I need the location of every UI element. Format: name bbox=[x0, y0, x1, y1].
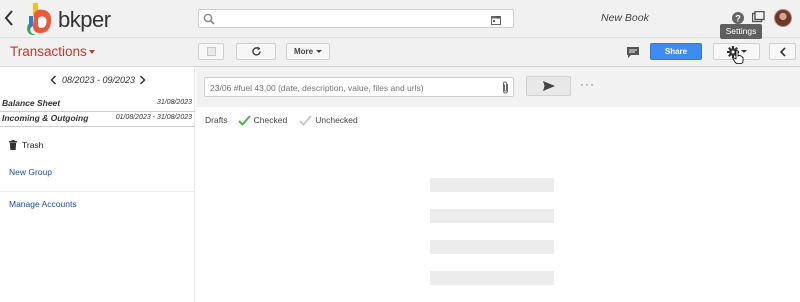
share-button[interactable]: Share bbox=[650, 43, 702, 60]
apps-icon[interactable] bbox=[751, 10, 765, 24]
bkper-logo[interactable]: bkper bbox=[20, 2, 111, 36]
refresh-button[interactable] bbox=[236, 43, 276, 60]
book-name[interactable]: New Book bbox=[601, 12, 649, 24]
filter-checked[interactable]: Checked bbox=[237, 114, 288, 126]
checked-label: Checked bbox=[253, 115, 288, 125]
drafts-label: Drafts bbox=[205, 115, 228, 125]
group-label: Balance Sheet bbox=[2, 98, 61, 108]
divider bbox=[0, 191, 195, 192]
settings-tooltip: Settings bbox=[720, 24, 762, 39]
calendar-dropdown-button[interactable] bbox=[487, 12, 509, 26]
svg-text:?: ? bbox=[735, 14, 741, 24]
transactions-title: Transactions bbox=[10, 44, 87, 59]
logo-text: bkper bbox=[58, 7, 111, 32]
comment-icon[interactable] bbox=[626, 46, 640, 59]
group-date: 01/08/2023 - 31/08/2023 bbox=[115, 114, 192, 121]
trash-icon bbox=[9, 140, 17, 150]
more-options-icon[interactable]: ··· bbox=[580, 77, 595, 91]
period-selector: 08/2023 - 09/2023 bbox=[50, 75, 147, 85]
chevron-down-icon bbox=[495, 16, 501, 19]
filter-unchecked[interactable]: Unchecked bbox=[299, 114, 358, 126]
group-date: 31/08/2023 bbox=[156, 99, 192, 106]
avatar[interactable] bbox=[774, 9, 792, 27]
check-icon bbox=[237, 114, 251, 126]
back-chevron-icon[interactable] bbox=[2, 8, 16, 28]
next-period-icon[interactable] bbox=[139, 75, 147, 85]
check-outline-icon bbox=[299, 114, 312, 126]
transaction-entry-bar: ··· bbox=[196, 67, 800, 107]
help-icon[interactable]: ? bbox=[732, 11, 744, 24]
share-label: Share bbox=[664, 47, 688, 56]
select-all-button[interactable] bbox=[198, 43, 224, 60]
sidebar-item-trash[interactable]: Trash bbox=[9, 140, 43, 150]
more-label: More bbox=[293, 47, 314, 56]
divider bbox=[0, 126, 195, 127]
filter-drafts[interactable]: Drafts bbox=[205, 115, 228, 125]
caret-down-icon bbox=[88, 50, 95, 55]
select-all-checkbox[interactable] bbox=[206, 47, 216, 56]
refresh-icon bbox=[251, 46, 261, 56]
new-group-link[interactable]: New Group bbox=[9, 167, 52, 177]
transaction-entry-field[interactable] bbox=[204, 77, 514, 97]
gear-icon bbox=[726, 45, 739, 58]
sidebar: 08/2023 - 09/2023 Balance Sheet 31/08/20… bbox=[0, 67, 195, 302]
transactions-dropdown[interactable]: Transactions bbox=[10, 44, 95, 59]
sidebar-group-balance-sheet[interactable]: Balance Sheet 31/08/2023 bbox=[0, 96, 195, 111]
status-filters: Drafts Checked Unchecked bbox=[205, 113, 358, 127]
group-label: Incoming & Outgoing bbox=[2, 113, 89, 123]
sidebar-group-incoming-outgoing[interactable]: Incoming & Outgoing 01/08/2023 - 31/08/2… bbox=[0, 111, 195, 126]
caret-down-icon bbox=[316, 50, 323, 53]
loading-placeholder bbox=[430, 240, 554, 254]
manage-accounts-link[interactable]: Manage Accounts bbox=[9, 199, 77, 209]
chevron-left-icon bbox=[779, 46, 786, 57]
send-button[interactable] bbox=[526, 76, 571, 96]
transaction-input[interactable] bbox=[210, 80, 495, 95]
search-icon bbox=[203, 13, 215, 25]
trash-label: Trash bbox=[22, 140, 44, 150]
loading-placeholder bbox=[430, 209, 554, 223]
period-label[interactable]: 08/2023 - 09/2023 bbox=[62, 75, 135, 85]
collapse-panel-button[interactable] bbox=[769, 43, 796, 60]
previous-period-icon[interactable] bbox=[50, 75, 58, 85]
paperclip-icon[interactable] bbox=[501, 81, 510, 94]
loading-placeholder bbox=[430, 178, 554, 192]
search-input[interactable] bbox=[219, 11, 479, 26]
more-button[interactable]: More bbox=[286, 43, 330, 60]
loading-placeholder bbox=[430, 271, 554, 285]
search-box[interactable] bbox=[198, 9, 514, 28]
send-icon bbox=[542, 81, 555, 91]
settings-button[interactable] bbox=[713, 43, 760, 60]
top-bar: bkper New Book ? bbox=[0, 0, 800, 38]
unchecked-label: Unchecked bbox=[315, 115, 358, 125]
caret-down-icon bbox=[740, 50, 747, 53]
toolbar: Transactions More Share bbox=[0, 38, 800, 67]
